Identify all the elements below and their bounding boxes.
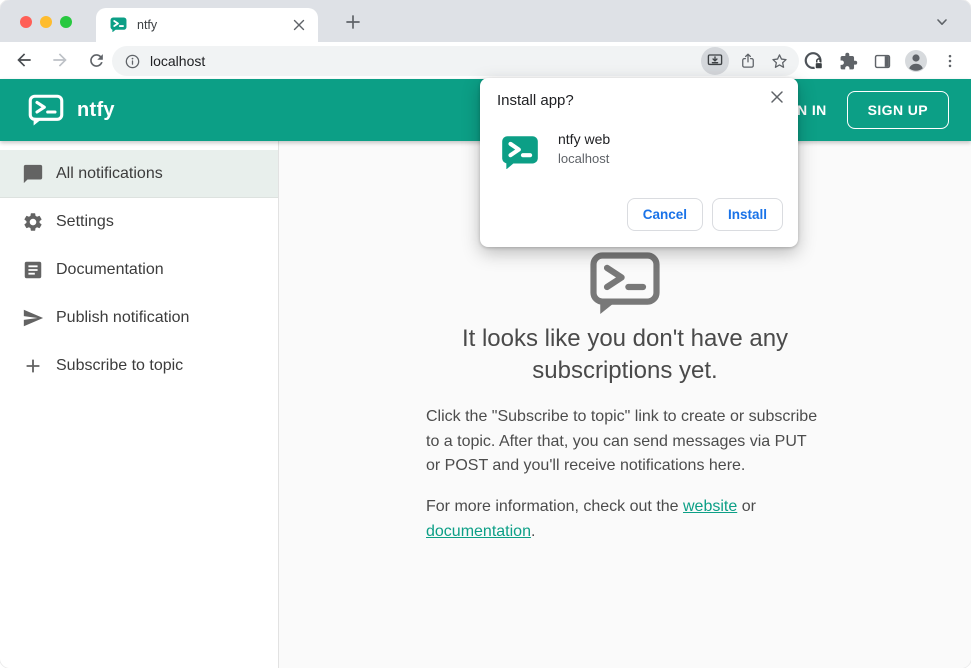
address-bar[interactable]: localhost bbox=[112, 46, 799, 76]
new-tab-button[interactable] bbox=[340, 9, 366, 35]
dialog-app-name: ntfy web bbox=[558, 131, 611, 147]
tab-strip: ntfy bbox=[0, 0, 971, 42]
install-app-toolbar-icon[interactable] bbox=[701, 47, 729, 75]
sidebar-item-label: All notifications bbox=[56, 164, 163, 182]
dialog-app-origin: localhost bbox=[558, 151, 610, 166]
plus-icon bbox=[22, 355, 44, 377]
extensions-puzzle-icon[interactable] bbox=[835, 48, 861, 74]
more-info-suffix: . bbox=[530, 523, 536, 540]
ntfy-logo-outline-icon bbox=[589, 251, 661, 314]
url-text[interactable]: localhost bbox=[150, 53, 701, 69]
more-info-prefix: For more information, check out the bbox=[426, 498, 683, 516]
sign-up-button[interactable]: SIGN UP bbox=[846, 91, 949, 129]
back-button[interactable] bbox=[10, 46, 38, 74]
install-app-dialog: Install app? ntfy web localhost Cancel I… bbox=[480, 78, 798, 247]
sidebar-item-subscribe-to-topic[interactable]: Subscribe to topic bbox=[0, 342, 278, 390]
close-window-button[interactable] bbox=[20, 16, 32, 28]
sidebar-item-label: Settings bbox=[56, 213, 114, 230]
browser-menu-icon[interactable] bbox=[937, 48, 963, 74]
ntfy-app-icon bbox=[501, 135, 539, 171]
minimize-window-button[interactable] bbox=[40, 16, 52, 28]
gear-icon bbox=[22, 211, 44, 233]
dialog-title: Install app? bbox=[497, 92, 574, 109]
tab-search-chevron-icon[interactable] bbox=[933, 13, 951, 31]
side-panel-icon[interactable] bbox=[869, 48, 895, 74]
chat-icon bbox=[22, 163, 44, 185]
sidebar-item-publish-notification[interactable]: Publish notification bbox=[0, 294, 278, 342]
cancel-button[interactable]: Cancel bbox=[626, 198, 703, 231]
ntfy-logo-icon bbox=[28, 94, 64, 126]
documentation-link[interactable]: documentation bbox=[426, 523, 531, 540]
tab-close-icon[interactable] bbox=[290, 16, 308, 34]
article-icon bbox=[22, 259, 44, 281]
site-info-icon[interactable] bbox=[124, 53, 141, 70]
share-icon[interactable] bbox=[736, 49, 760, 73]
app-title: ntfy bbox=[77, 98, 115, 121]
empty-state-body: Click the "Subscribe to topic" link to c… bbox=[426, 407, 818, 475]
ntfy-favicon-icon bbox=[110, 17, 127, 33]
more-info-middle: or bbox=[737, 498, 756, 516]
website-link[interactable]: website bbox=[683, 498, 737, 515]
sidebar-item-label: Subscribe to topic bbox=[56, 357, 184, 374]
more-info-paragraph: For more information, check out the webs… bbox=[426, 495, 824, 545]
traffic-lights bbox=[20, 16, 72, 28]
install-button[interactable]: Install bbox=[711, 198, 783, 231]
sidebar: All notifications Settings Documentation… bbox=[0, 141, 279, 668]
bookmark-star-icon[interactable] bbox=[767, 49, 791, 73]
sidebar-item-label: Documentation bbox=[56, 261, 164, 278]
tab-title: ntfy bbox=[137, 18, 158, 32]
browser-tab-ntfy[interactable]: ntfy bbox=[96, 8, 318, 42]
zoom-window-button[interactable] bbox=[60, 16, 72, 28]
send-icon bbox=[22, 307, 44, 329]
browser-toolbar: localhost bbox=[0, 42, 971, 79]
profile-avatar[interactable] bbox=[903, 48, 929, 74]
dialog-close-icon[interactable] bbox=[767, 87, 787, 107]
sidebar-item-documentation[interactable]: Documentation bbox=[0, 246, 278, 294]
sidebar-item-all-notifications[interactable]: All notifications bbox=[0, 150, 278, 198]
empty-state-title: It looks like you don't have any subscri… bbox=[461, 325, 789, 384]
password-manager-extension-icon[interactable] bbox=[801, 48, 827, 74]
sidebar-item-label: Publish notification bbox=[56, 309, 190, 326]
reload-button[interactable] bbox=[82, 46, 110, 74]
sidebar-item-settings[interactable]: Settings bbox=[0, 198, 278, 246]
forward-button bbox=[46, 46, 74, 74]
browser-window: ntfy localhost ntfy SIGN IN SIGN UP All … bbox=[0, 0, 971, 668]
